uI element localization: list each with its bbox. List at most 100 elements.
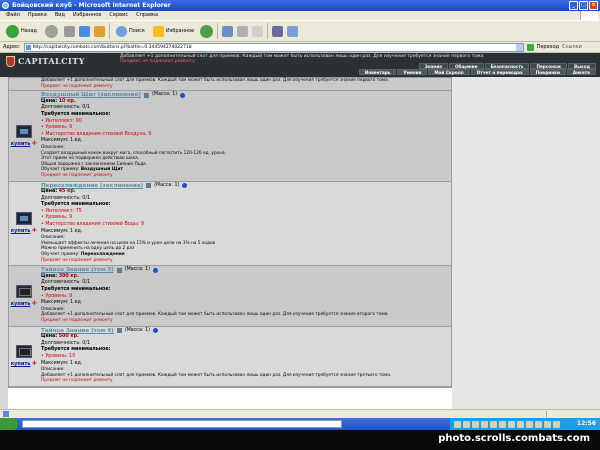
back-button[interactable]: Назад <box>4 23 39 39</box>
messenger-icon[interactable] <box>272 25 284 37</box>
tray-icon[interactable] <box>544 420 551 428</box>
tray-icon[interactable] <box>454 420 461 428</box>
taskbar-input[interactable] <box>22 420 342 428</box>
requirement: • Уровень: 10 <box>41 353 76 359</box>
item-buy-area: купить+ <box>9 91 39 180</box>
window-title: Бойцовский клуб - Microsoft Internet Exp… <box>12 2 171 9</box>
print-icon[interactable] <box>237 25 249 37</box>
requirements-heading: Требуется минимальное: <box>41 347 111 353</box>
plus-icon[interactable]: + <box>31 299 37 307</box>
star-icon <box>152 25 164 37</box>
nav-profile[interactable]: Анкета <box>566 69 596 75</box>
tray-icon[interactable] <box>535 420 542 428</box>
list-item: купить+ Тайное Знание (том 3) (Масса: 1)… <box>9 266 451 327</box>
edit-icon[interactable] <box>252 25 264 37</box>
go-arrow-icon[interactable] <box>526 43 534 51</box>
requirement: • Уровень: 9 <box>41 125 73 131</box>
chevron-down-icon[interactable] <box>515 43 523 51</box>
info-square-icon[interactable] <box>116 328 122 334</box>
tray-icon[interactable] <box>481 420 488 428</box>
refresh-icon[interactable] <box>79 25 91 37</box>
tray-icon[interactable] <box>508 420 515 428</box>
max-line: Максимум: 1 ед. <box>41 228 83 234</box>
menu-view[interactable]: Вид <box>55 11 65 20</box>
stop-icon[interactable] <box>64 25 76 37</box>
nav-battles[interactable]: Поединки <box>529 69 566 75</box>
item-mass: (Масса: 1) <box>151 92 178 98</box>
tray-icon[interactable] <box>526 420 533 428</box>
nav-my-scroll[interactable]: Мой Скролл <box>428 69 470 75</box>
search-icon <box>116 25 128 37</box>
item-name[interactable]: Тайное Знание (том 3) <box>41 267 114 274</box>
page-viewport[interactable]: CAPITALCITY Добавляет +1 дополнительный … <box>0 53 600 409</box>
home-icon[interactable] <box>94 25 106 37</box>
item-mass: (Масса: 1) <box>124 327 150 333</box>
plus-icon[interactable]: + <box>31 139 37 147</box>
links-button[interactable]: Ссылки <box>562 44 582 50</box>
status-bar <box>0 409 600 418</box>
mail-icon[interactable] <box>222 25 234 37</box>
item-details: Переохлаждение (заклинание) (Масса: 1) Ц… <box>39 182 451 266</box>
left-margin <box>0 77 8 409</box>
tray-icon[interactable] <box>463 420 470 428</box>
site-logo: CAPITALCITY <box>6 53 116 69</box>
menu-tools[interactable]: Сервис <box>109 11 128 20</box>
close-button[interactable]: × <box>589 1 598 10</box>
info-circle-icon[interactable] <box>180 92 186 98</box>
address-label: Адрес: <box>3 44 21 50</box>
requirement: • Интеллект: 90 <box>41 118 82 124</box>
nav-skills[interactable]: Умения <box>397 69 428 75</box>
nav-transfer-report[interactable]: Отчет о переводах <box>470 69 529 75</box>
tray-icon[interactable] <box>517 420 524 428</box>
research-icon[interactable] <box>287 25 299 37</box>
info-square-icon[interactable] <box>143 92 149 98</box>
info-circle-icon[interactable] <box>152 268 158 274</box>
tray-icon[interactable] <box>472 420 479 428</box>
item-details: Тайное Знание (том 4) (Масса: 1) Цена: 5… <box>39 327 451 386</box>
menu-favorites[interactable]: Избранное <box>73 11 101 20</box>
requirement: • Уровень: 9 <box>41 293 73 299</box>
watermark: photo.scrolls.combats.com <box>438 433 590 444</box>
address-input[interactable]: http://capitalcity.combats.com/buttons.p… <box>23 42 524 52</box>
right-margin <box>452 77 600 409</box>
menu-file[interactable]: Файл <box>6 11 20 20</box>
maximize-button[interactable]: □ <box>579 1 588 10</box>
buy-link[interactable]: купить <box>11 301 31 307</box>
forward-button[interactable] <box>43 23 60 39</box>
menu-help[interactable]: Справка <box>136 11 158 20</box>
requirement: • Мастерство владения стихией Воздуха: 9 <box>41 131 152 137</box>
plus-icon[interactable]: + <box>31 359 37 367</box>
durability-line: Долговечность: 0/1 <box>41 280 91 286</box>
favorites-button[interactable]: Избранное <box>151 23 196 39</box>
buy-link[interactable]: купить <box>11 361 31 367</box>
item-image <box>16 212 32 226</box>
item-details: Тайное Знание (том 3) (Масса: 1) Цена: 3… <box>39 266 451 325</box>
minimize-button[interactable]: _ <box>569 1 578 10</box>
info-circle-icon[interactable] <box>182 183 188 189</box>
plus-icon[interactable]: + <box>31 226 37 234</box>
media-icon[interactable] <box>200 24 214 38</box>
go-button[interactable]: Переход <box>537 44 560 50</box>
info-circle-icon[interactable] <box>152 328 158 334</box>
nav-inventory[interactable]: Инвентарь <box>358 69 397 75</box>
requirements-heading: Требуется минимальное: <box>41 111 111 117</box>
item-buy-area: купить+ <box>9 327 39 386</box>
item-name[interactable]: Воздушный Щит (заклинание) <box>41 92 141 99</box>
internet-zone <box>546 411 596 418</box>
toolbar-separator <box>267 23 269 39</box>
buy-link[interactable]: купить <box>11 141 31 147</box>
info-square-icon[interactable] <box>146 183 152 189</box>
info-square-icon[interactable] <box>116 268 122 274</box>
buy-link[interactable]: купить <box>11 228 31 234</box>
start-button[interactable] <box>0 418 18 430</box>
windows-logo-icon <box>580 11 598 20</box>
item-details: Воздушный Щит (заклинание) (Масса: 1) Це… <box>39 91 451 180</box>
max-line: Максимум: 1 ед. <box>41 138 83 144</box>
tray-icon[interactable] <box>499 420 506 428</box>
tray-icon[interactable] <box>490 420 497 428</box>
tray-icon[interactable] <box>553 420 560 428</box>
item-title-row: Переохлаждение (заклинание) (Масса: 1) <box>41 183 449 190</box>
search-button[interactable]: Поиск <box>114 23 147 39</box>
menu-edit[interactable]: Правка <box>28 11 47 20</box>
item-mass: (Масса: 1) <box>154 182 180 188</box>
